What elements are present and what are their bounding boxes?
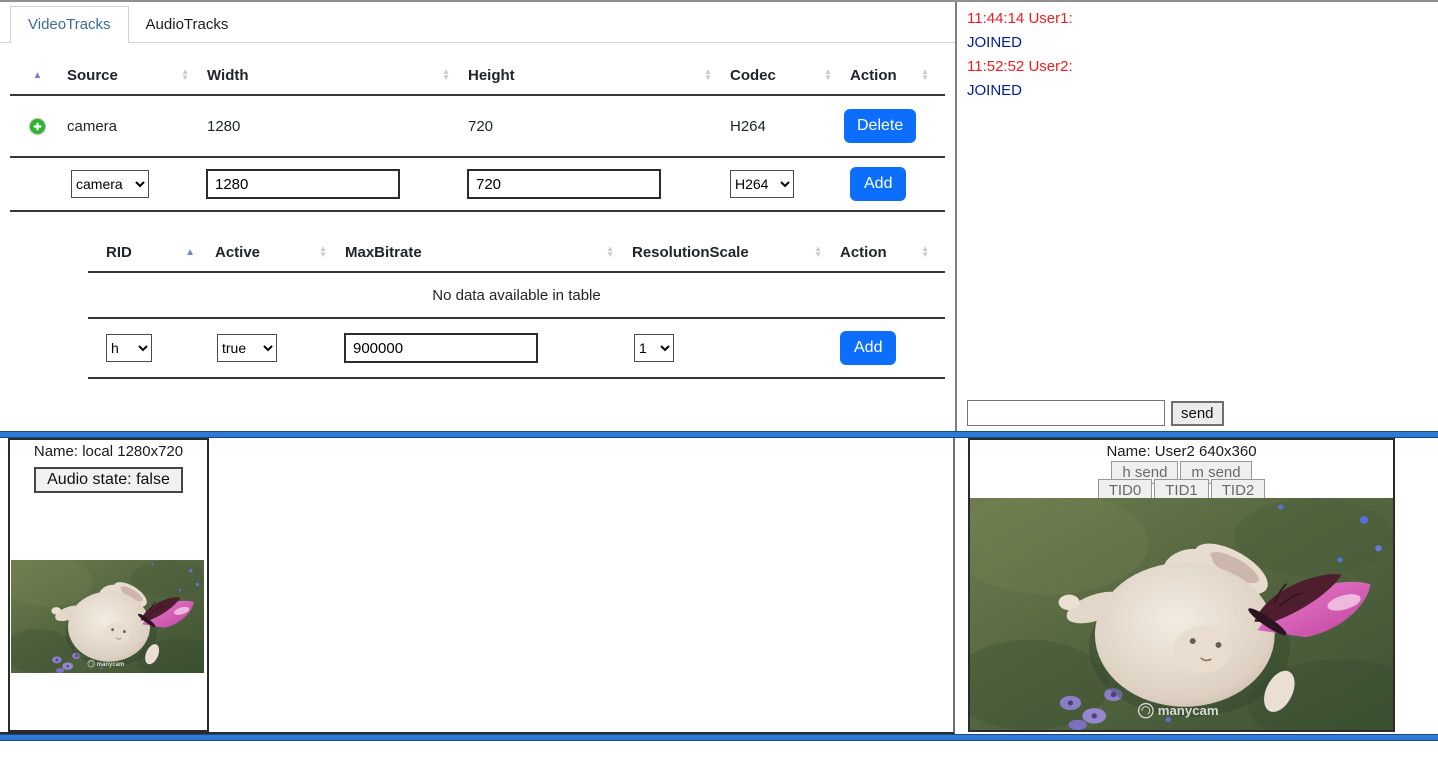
tracks-header-source[interactable]: Source ▲▼: [65, 56, 205, 94]
sort-down-icon: ▼: [824, 75, 832, 81]
sort-down-icon: ▼: [704, 75, 712, 81]
layers-header-resolutionscale[interactable]: ResolutionScale ▲▼: [630, 233, 838, 271]
sort-down-icon: ▼: [442, 75, 450, 81]
header-label: RID: [106, 244, 132, 261]
header-label: Width: [207, 67, 249, 84]
divider-line-bottom: [0, 734, 1438, 741]
sort-down-icon: ▼: [814, 252, 822, 258]
add-layer-row: h true 1 Add: [88, 319, 945, 379]
header-label: Source: [67, 67, 118, 84]
remote-video-area: Name: User2 640x360 h sendm send TID0TID…: [957, 438, 1438, 734]
sort-icons: ▲▼: [442, 69, 450, 81]
track-codec-cell: H264: [728, 118, 848, 135]
sort-ascending-icon: ▲: [185, 247, 195, 258]
chat-log: 11:44:14 User1: JOINED 11:52:52 User2: J…: [957, 2, 1438, 103]
header-label: Active: [215, 244, 260, 261]
local-video-area: Name: local 1280x720 Audio state: false: [0, 438, 955, 734]
sort-ascending-icon: ▲: [33, 70, 43, 81]
tab-audiotracks-label: AudioTracks: [146, 16, 229, 33]
send-button[interactable]: send: [1171, 401, 1224, 426]
header-label: ResolutionScale: [632, 244, 749, 261]
layers-header-rid[interactable]: RID ▲: [88, 233, 213, 271]
tracks-header-codec[interactable]: Codec ▲▼: [728, 56, 848, 94]
layers-empty-row: No data available in table: [88, 273, 945, 319]
chat-message-header: 11:52:52 User2:: [967, 55, 1438, 79]
rid-select[interactable]: h: [106, 334, 152, 362]
header-label: Height: [468, 67, 515, 84]
sort-icons: ▲▼: [704, 69, 712, 81]
local-video-box: Name: local 1280x720 Audio state: false: [8, 438, 209, 732]
sort-icons: ▲▼: [181, 69, 189, 81]
header-label: Codec: [730, 67, 776, 84]
header-label: Action: [850, 67, 897, 84]
sort-icons: ▲▼: [319, 246, 327, 258]
tab-videotracks[interactable]: VideoTracks: [10, 6, 129, 43]
expand-row-cell[interactable]: [10, 118, 65, 135]
sort-icons: ▲▼: [921, 69, 929, 81]
delete-track-button[interactable]: Delete: [844, 109, 916, 143]
add-track-row: camera H264 Add: [10, 158, 945, 212]
add-layer-button[interactable]: Add: [840, 331, 896, 365]
sort-icons: ▲▼: [814, 246, 822, 258]
layers-table: RID ▲ Active ▲▼ MaxBitrate ▲▼ Resolution…: [88, 233, 945, 379]
resolutionscale-select[interactable]: 1: [634, 334, 674, 362]
layers-header-maxbitrate[interactable]: MaxBitrate ▲▼: [343, 233, 630, 271]
tab-videotracks-label: VideoTracks: [28, 16, 111, 33]
remote-video-name: Name: User2 640x360: [970, 443, 1393, 460]
height-input[interactable]: [467, 169, 661, 199]
sort-down-icon: ▼: [921, 252, 929, 258]
width-input[interactable]: [206, 169, 400, 199]
audio-state-button[interactable]: Audio state: false: [34, 467, 183, 493]
sort-icons: ▲▼: [921, 246, 929, 258]
video-tracks-table: ▲ Source ▲▼ Width ▲▼ Height ▲▼ Codec ▲▼ …: [10, 56, 945, 212]
local-video: [11, 560, 204, 673]
add-track-button[interactable]: Add: [850, 167, 906, 201]
track-height-cell: 720: [466, 118, 728, 135]
chat-message-header: 11:44:14 User1:: [967, 7, 1438, 31]
sort-down-icon: ▼: [921, 75, 929, 81]
expand-plus-icon[interactable]: [29, 118, 46, 135]
track-width-cell: 1280: [205, 118, 466, 135]
tracks-header-width[interactable]: Width ▲▼: [205, 56, 466, 94]
chat-panel: 11:44:14 User1: JOINED 11:52:52 User2: J…: [955, 2, 1438, 431]
chat-message-body: JOINED: [967, 79, 1438, 103]
sort-down-icon: ▼: [606, 252, 614, 258]
webrtc-demo-app: VideoTracks AudioTracks ▲ Source ▲▼ Widt…: [0, 0, 1438, 767]
chat-message: 11:52:52 User2: JOINED: [967, 55, 1438, 103]
source-select[interactable]: camera: [71, 170, 149, 198]
chat-composer: send: [967, 400, 1224, 426]
remote-video-box: Name: User2 640x360 h sendm send TID0TID…: [968, 438, 1395, 732]
sort-icons: ▲▼: [606, 246, 614, 258]
layers-table-header-row: RID ▲ Active ▲▼ MaxBitrate ▲▼ Resolution…: [88, 233, 945, 273]
maxbitrate-input[interactable]: [344, 333, 538, 363]
track-row: camera 1280 720 H264 Delete: [10, 96, 945, 158]
codec-select[interactable]: H264: [730, 170, 794, 198]
remote-video: [970, 498, 1393, 730]
sort-down-icon: ▼: [319, 252, 327, 258]
chat-message: 11:44:14 User1: JOINED: [967, 7, 1438, 55]
sort-down-icon: ▼: [181, 75, 189, 81]
chat-input[interactable]: [967, 400, 1165, 426]
local-video-name: Name: local 1280x720: [10, 443, 207, 460]
active-select[interactable]: true: [217, 334, 277, 362]
sort-icons: ▲▼: [824, 69, 832, 81]
track-source-cell: camera: [65, 118, 205, 135]
tab-audiotracks[interactable]: AudioTracks: [129, 7, 246, 42]
layers-header-action[interactable]: Action ▲▼: [838, 233, 945, 271]
divider-line-top: [0, 431, 1438, 438]
tracks-header-action[interactable]: Action ▲▼: [848, 56, 945, 94]
tracks-sort-control-header[interactable]: ▲: [10, 56, 65, 94]
tracks-header-height[interactable]: Height ▲▼: [466, 56, 728, 94]
header-label: MaxBitrate: [345, 244, 422, 261]
layers-header-active[interactable]: Active ▲▼: [213, 233, 343, 271]
chat-message-body: JOINED: [967, 31, 1438, 55]
tracks-table-header-row: ▲ Source ▲▼ Width ▲▼ Height ▲▼ Codec ▲▼ …: [10, 56, 945, 96]
tab-bar: VideoTracks AudioTracks: [0, 2, 955, 43]
header-label: Action: [840, 244, 887, 261]
